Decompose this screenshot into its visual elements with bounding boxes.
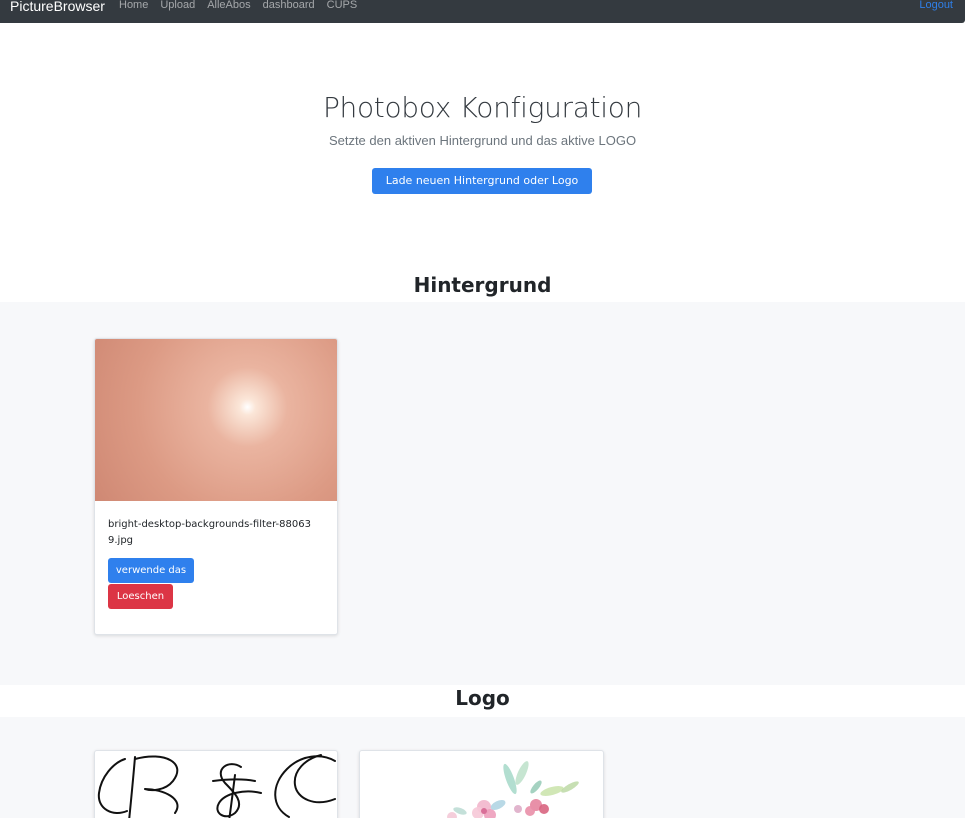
logo-card-floral (359, 750, 604, 818)
nav-link-dashboard[interactable]: dashboard (263, 0, 315, 12)
navbar: PictureBrowser Home Upload AlleAbos dash… (0, 0, 965, 23)
nav-link-upload[interactable]: Upload (160, 0, 195, 12)
upload-button[interactable]: Lade neuen Hintergrund oder Logo hoch (372, 168, 592, 213)
background-filename: bright-desktop-backgrounds-filter-880639… (108, 519, 311, 546)
nav-link-alleabos[interactable]: AlleAbos (207, 0, 250, 12)
monogram-logo-image[interactable] (95, 751, 338, 818)
navbar-brand[interactable]: PictureBrowser (10, 0, 105, 14)
section-title-background: Hintergrund (413, 273, 552, 297)
page-title: Photobox Konfiguration (322, 91, 643, 124)
background-card: bright-desktop-backgrounds-filter-880639… (94, 338, 338, 635)
background-thumbnail[interactable] (95, 339, 337, 501)
floral-logo-image[interactable] (360, 751, 604, 818)
page-subtitle: Setzte den aktiven Hintergrund und das a… (328, 133, 637, 148)
section-title-logo: Logo (455, 686, 510, 710)
logout-link[interactable]: Logout (919, 0, 953, 12)
nav-links: Home Upload AlleAbos dashboard CUPS (119, 0, 357, 12)
nav-link-home[interactable]: Home (119, 0, 148, 12)
delete-background-button[interactable]: Loeschen (108, 584, 173, 609)
nav-link-cups[interactable]: CUPS (327, 0, 358, 12)
use-background-button[interactable]: verwende das (108, 558, 194, 583)
logo-card-monogram (94, 750, 338, 818)
